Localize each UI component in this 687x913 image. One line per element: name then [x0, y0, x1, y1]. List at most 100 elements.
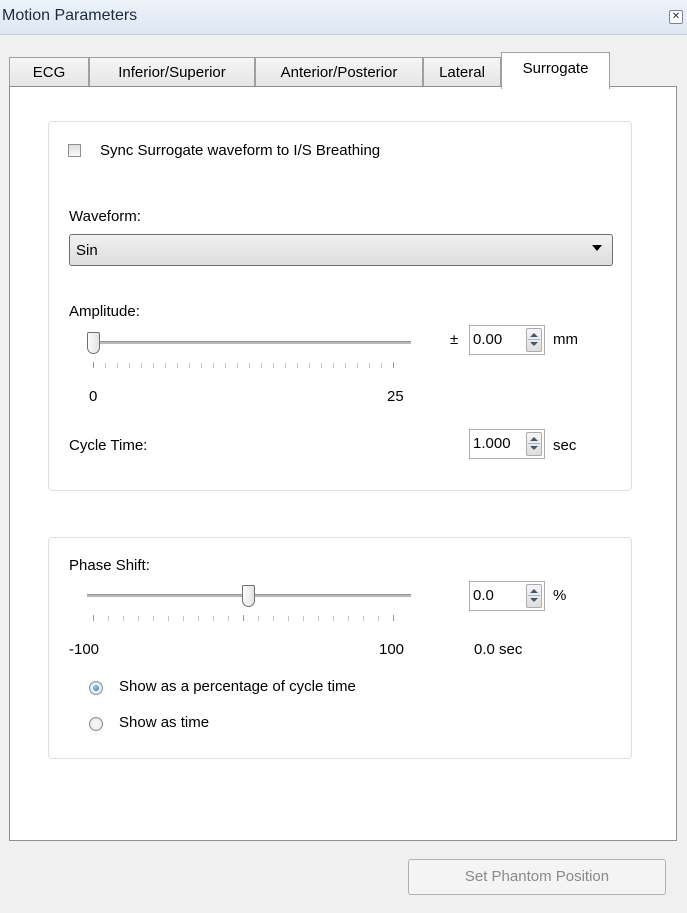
tab-inferior-superior-label: Inferior/Superior [118, 64, 226, 81]
slider-tick [333, 616, 334, 621]
slider-tick [228, 616, 229, 621]
tab-inferior-superior[interactable]: Inferior/Superior [89, 57, 255, 87]
tab-ecg-label: ECG [32, 64, 66, 81]
slider-tick [393, 362, 394, 368]
slider-tick [198, 616, 199, 621]
slider-tick [153, 363, 154, 368]
slider-tick [288, 616, 289, 621]
slider-tick [237, 363, 238, 368]
tab-lateral-label: Lateral [439, 64, 485, 81]
slider-tick [345, 363, 346, 368]
cycle-time-spin-buttons[interactable] [526, 432, 542, 456]
spin-divider [528, 339, 540, 340]
phase-shift-unit: % [553, 587, 567, 604]
radio-show-percentage-label: Show as a percentage of cycle time [119, 678, 356, 695]
waveform-dropdown[interactable]: Sin [69, 234, 613, 266]
slider-tick [285, 363, 286, 368]
slider-tick [123, 616, 124, 621]
slider-tick [93, 362, 94, 368]
slider-tick [201, 363, 202, 368]
amplitude-slider-thumb[interactable] [87, 332, 100, 354]
spin-divider [528, 595, 540, 596]
tab-anterior-posterior-label: Anterior/Posterior [280, 64, 398, 81]
phase-shift-slider-ticks [93, 615, 394, 621]
tab-ecg[interactable]: ECG [9, 57, 89, 87]
cycle-time-value: 1.000 [473, 435, 511, 452]
spin-down-icon [530, 598, 538, 602]
spin-up-icon [530, 589, 538, 593]
tab-surrogate-label: Surrogate [522, 60, 589, 77]
slider-tick [393, 615, 394, 621]
phase-shift-value: 0.0 [473, 587, 494, 604]
slider-tick [261, 363, 262, 368]
spin-up-icon [530, 333, 538, 337]
surrogate-tab-panel: Sync Surrogate waveform to I/S Breathing… [9, 86, 677, 841]
window-title: Motion Parameters [2, 7, 138, 24]
spin-divider [528, 443, 540, 444]
phase-shift-spin-buttons[interactable] [526, 584, 542, 608]
radio-show-time[interactable] [89, 717, 103, 731]
sync-surrogate-label: Sync Surrogate waveform to I/S Breathing [100, 142, 381, 159]
slider-tick [258, 616, 259, 621]
window-titlebar: Motion Parameters ✕ [0, 0, 687, 35]
slider-tick [177, 363, 178, 368]
tab-surrogate[interactable]: Surrogate [501, 52, 610, 89]
amplitude-unit: mm [553, 331, 578, 348]
slider-tick [378, 616, 379, 621]
set-phantom-position-button[interactable]: Set Phantom Position [408, 859, 666, 895]
phase-shift-max-label: 100 [379, 641, 405, 658]
slider-tick [105, 363, 106, 368]
slider-tick [381, 363, 382, 368]
cycle-time-unit: sec [553, 437, 577, 454]
phase-shift-label: Phase Shift: [69, 557, 150, 574]
slider-tick [117, 363, 118, 368]
amplitude-value: 0.00 [473, 331, 503, 348]
phase-shift-min-label: -100 [69, 641, 100, 658]
amplitude-slider-track[interactable] [87, 341, 411, 345]
waveform-group: Sync Surrogate waveform to I/S Breathing… [48, 121, 632, 491]
cycle-time-label: Cycle Time: [69, 437, 148, 454]
amplitude-label: Amplitude: [69, 303, 140, 320]
slider-tick [249, 363, 250, 368]
sync-surrogate-checkbox[interactable] [68, 144, 81, 157]
spin-down-icon [530, 342, 538, 346]
slider-tick [189, 363, 190, 368]
phase-shift-slider-thumb[interactable] [242, 585, 255, 607]
slider-tick [321, 363, 322, 368]
amplitude-min-label: 0 [89, 388, 98, 405]
slider-tick [357, 363, 358, 368]
slider-tick [303, 616, 304, 621]
amplitude-slider-ticks [93, 362, 394, 368]
phase-shift-spinbox[interactable]: 0.0 [469, 581, 545, 611]
slider-tick [93, 615, 94, 621]
slider-tick [183, 616, 184, 621]
slider-tick [213, 616, 214, 621]
slider-tick [108, 616, 109, 621]
amplitude-spin-buttons[interactable] [526, 328, 542, 352]
slider-tick [225, 363, 226, 368]
slider-tick [165, 363, 166, 368]
amplitude-spinbox[interactable]: 0.00 [469, 325, 545, 355]
slider-tick [333, 363, 334, 368]
waveform-selected-value: Sin [76, 242, 98, 259]
slider-tick [318, 616, 319, 621]
slider-tick [369, 363, 370, 368]
slider-tick [138, 616, 139, 621]
radio-show-percentage[interactable] [89, 681, 103, 695]
cycle-time-spinbox[interactable]: 1.000 [469, 429, 545, 459]
spin-down-icon [530, 446, 538, 450]
slider-tick [273, 616, 274, 621]
slider-tick [297, 363, 298, 368]
slider-tick [309, 363, 310, 368]
amplitude-plusminus: ± [450, 331, 459, 348]
phase-shift-time-readout: 0.0 sec [474, 641, 523, 658]
slider-tick [243, 615, 244, 621]
spin-up-icon [530, 437, 538, 441]
tab-lateral[interactable]: Lateral [423, 57, 501, 87]
slider-tick [129, 363, 130, 368]
slider-tick [141, 363, 142, 368]
close-icon[interactable]: ✕ [669, 10, 683, 24]
phase-shift-group: Phase Shift: -100 100 0.0 % 0.0 sec Show… [48, 537, 632, 759]
tab-anterior-posterior[interactable]: Anterior/Posterior [255, 57, 423, 87]
slider-tick [348, 616, 349, 621]
